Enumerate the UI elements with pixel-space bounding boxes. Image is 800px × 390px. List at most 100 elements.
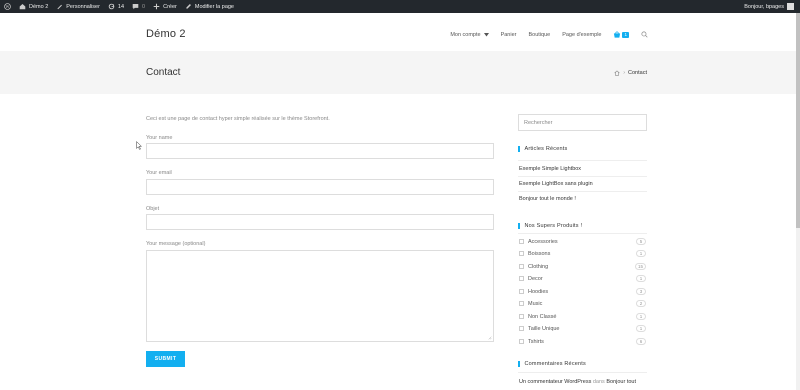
greeting: Bonjour, bpages bbox=[744, 3, 784, 10]
checkbox[interactable] bbox=[519, 239, 524, 244]
cart-button[interactable]: 1 bbox=[607, 31, 635, 38]
category-count: 6 bbox=[636, 338, 646, 345]
nav-label: Boutique bbox=[528, 31, 551, 38]
customize-label: Personnaliser bbox=[66, 3, 100, 10]
category-count: 1 bbox=[636, 275, 646, 282]
page-title: Contact bbox=[146, 67, 181, 78]
home-icon bbox=[19, 4, 26, 10]
subject-label: Objet bbox=[146, 206, 160, 212]
comments-link[interactable]: 0 bbox=[128, 0, 149, 13]
site-name: Démo 2 bbox=[29, 3, 49, 10]
comment-author[interactable]: Un commentateur WordPress bbox=[519, 379, 591, 385]
category-item[interactable]: Hoodies 3 bbox=[519, 288, 646, 295]
updates-count: 14 bbox=[117, 3, 125, 10]
category-name: Non Classé bbox=[528, 313, 557, 320]
checkbox[interactable] bbox=[519, 251, 524, 256]
scrollbar-thumb[interactable] bbox=[796, 13, 800, 228]
updates-link[interactable]: 14 bbox=[104, 0, 128, 13]
comments-count: 0 bbox=[142, 3, 146, 10]
category-item[interactable]: Non Classé 1 bbox=[519, 313, 646, 320]
sidebar-search-input[interactable]: Rechercher bbox=[518, 114, 647, 131]
divider bbox=[518, 191, 647, 192]
category-count: 1 bbox=[636, 313, 646, 320]
name-field[interactable] bbox=[146, 143, 494, 159]
widget-title-text: Nos Supers Produits ! bbox=[524, 223, 583, 229]
recent-comments-title: Commentaires Récents bbox=[518, 361, 586, 367]
category-count: 1 bbox=[636, 325, 646, 332]
wordpress-logo[interactable]: W bbox=[0, 0, 15, 13]
search-icon[interactable] bbox=[641, 31, 648, 38]
home-icon[interactable] bbox=[614, 70, 620, 76]
category-item[interactable]: Clothing 15 bbox=[519, 263, 646, 270]
intro-text: Ceci est une page de contact hyper simpl… bbox=[146, 116, 330, 122]
submit-button[interactable]: SUBMIT bbox=[146, 351, 185, 367]
category-item[interactable]: Accessories 5 bbox=[519, 238, 646, 245]
nav-item-panier[interactable]: Panier bbox=[495, 32, 523, 38]
category-item[interactable]: Taille Unique 1 bbox=[519, 325, 646, 332]
customize-link[interactable]: Personnaliser bbox=[52, 0, 104, 13]
cart-icon bbox=[614, 31, 621, 38]
nav-item-mon-compte[interactable]: Mon compte bbox=[444, 32, 494, 38]
checkbox[interactable] bbox=[519, 326, 524, 331]
category-name: Taille Unique bbox=[528, 325, 560, 332]
comment-icon bbox=[132, 4, 139, 10]
checkbox[interactable] bbox=[519, 264, 524, 269]
category-count: 3 bbox=[636, 288, 646, 295]
category-name: Hoodies bbox=[528, 288, 549, 295]
category-count: 5 bbox=[636, 238, 646, 245]
subject-field[interactable] bbox=[146, 214, 494, 230]
checkbox[interactable] bbox=[519, 339, 524, 344]
category-item[interactable]: Music 2 bbox=[519, 300, 646, 307]
divider bbox=[518, 372, 647, 373]
resize-handle-icon[interactable] bbox=[488, 336, 492, 340]
nav-label: Mon compte bbox=[450, 31, 481, 38]
edit-page-label: Modifier la page bbox=[194, 3, 234, 10]
checkbox[interactable] bbox=[519, 276, 524, 281]
checkbox[interactable] bbox=[519, 289, 524, 294]
message-textarea[interactable] bbox=[146, 250, 494, 342]
category-item[interactable]: Decor 1 bbox=[519, 275, 646, 282]
divider bbox=[518, 160, 647, 161]
comment-on: dans bbox=[592, 379, 605, 385]
accent-bar bbox=[518, 223, 520, 229]
recent-post-link[interactable]: Bonjour tout le monde ! bbox=[519, 196, 576, 202]
recent-post-link[interactable]: Exemple LightBox sans plugin bbox=[519, 181, 593, 187]
cart-count-badge: 1 bbox=[622, 31, 629, 38]
category-name: Music bbox=[528, 300, 543, 307]
category-item[interactable]: Tshirts 6 bbox=[519, 338, 646, 345]
admin-bar: W Démo 2 Personnaliser 14 0 Créer Modifi… bbox=[0, 0, 800, 13]
chevron-down-icon bbox=[483, 32, 489, 36]
category-name: Boissons bbox=[528, 250, 551, 257]
updates-icon bbox=[108, 3, 115, 10]
category-count: 2 bbox=[636, 300, 646, 307]
site-title[interactable]: Démo 2 bbox=[146, 28, 186, 40]
recent-post-link[interactable]: Exemple Simple Lightbox bbox=[519, 166, 581, 172]
avatar bbox=[787, 3, 794, 10]
email-field[interactable] bbox=[146, 179, 494, 195]
accent-bar bbox=[518, 146, 520, 152]
email-label: Your email bbox=[146, 170, 172, 176]
category-count: 1 bbox=[636, 250, 646, 257]
edit-page-link[interactable]: Modifier la page bbox=[181, 0, 238, 13]
accent-bar bbox=[518, 361, 520, 367]
svg-text:W: W bbox=[6, 4, 10, 9]
message-label: Your message (optional) bbox=[146, 241, 206, 247]
nav-item-page-exemple[interactable]: Page d'exemple bbox=[556, 32, 607, 38]
new-label: Créer bbox=[163, 3, 177, 10]
pencil-icon bbox=[186, 4, 191, 9]
category-count: 15 bbox=[634, 263, 646, 270]
divider bbox=[518, 176, 647, 177]
brush-icon bbox=[57, 4, 63, 10]
comment-post-link[interactable]: Bonjour tout bbox=[606, 379, 636, 385]
site-name-link[interactable]: Démo 2 bbox=[15, 0, 52, 13]
new-content-link[interactable]: Créer bbox=[149, 0, 181, 13]
recent-comment: Un commentateur WordPress dans Bonjour t… bbox=[519, 379, 636, 385]
breadcrumb: › Contact bbox=[614, 70, 647, 76]
nav-item-boutique[interactable]: Boutique bbox=[522, 32, 556, 38]
account-menu[interactable]: Bonjour, bpages bbox=[744, 3, 800, 10]
category-item[interactable]: Boissons 1 bbox=[519, 250, 646, 257]
checkbox[interactable] bbox=[519, 301, 524, 306]
checkbox[interactable] bbox=[519, 314, 524, 319]
nav-label: Panier bbox=[500, 31, 517, 38]
category-name: Decor bbox=[528, 275, 543, 282]
